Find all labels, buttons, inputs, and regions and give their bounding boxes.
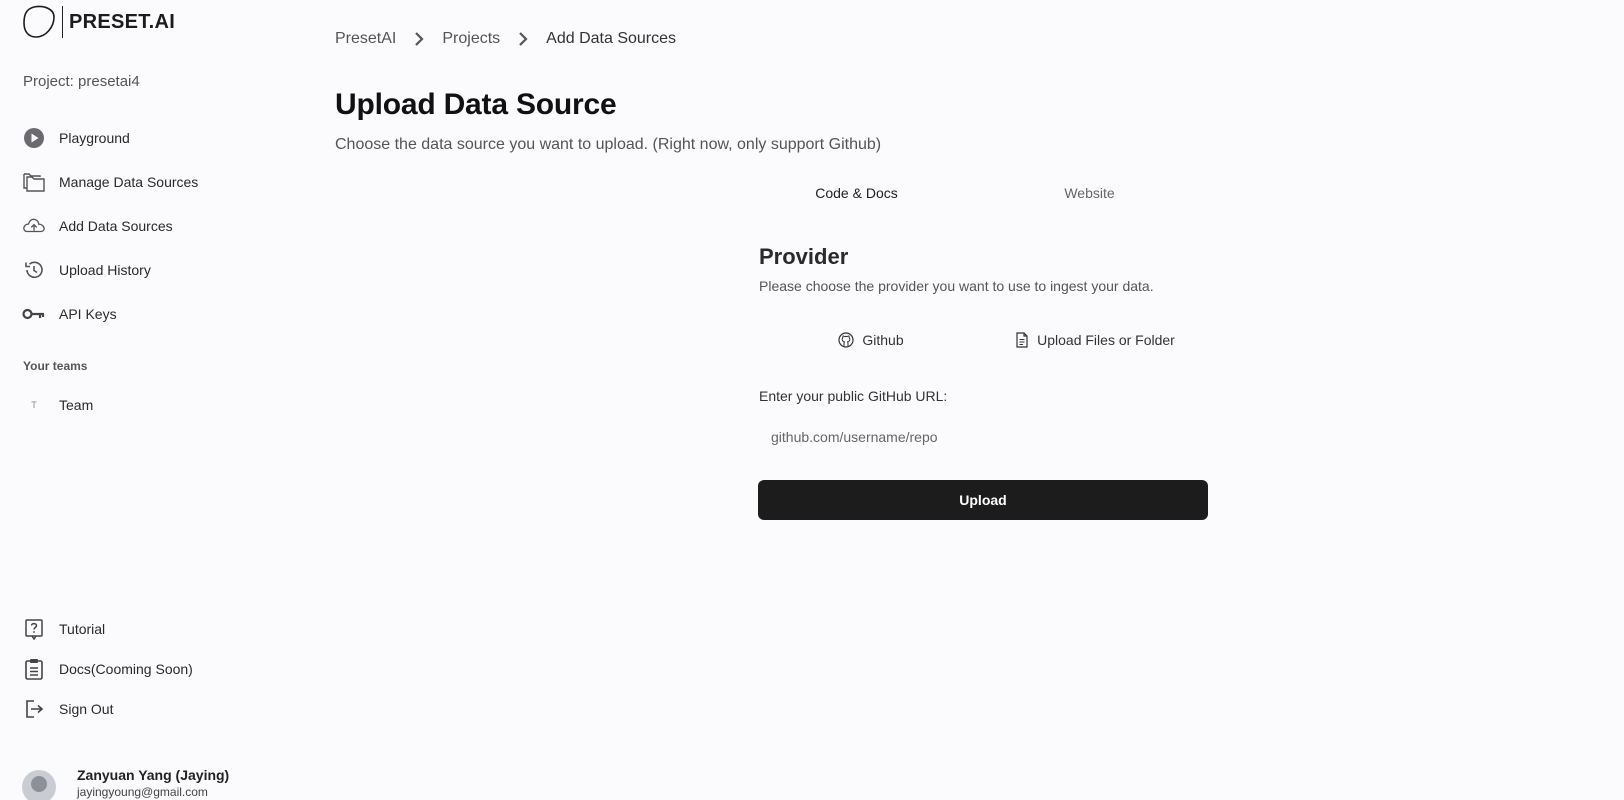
github-icon [838,332,854,348]
provider-title: Provider [759,244,849,269]
key-icon [22,302,46,326]
tab-website[interactable]: Website [973,180,1206,206]
sidebar-item-label: Add Data Sources [59,218,173,234]
source-type-tabs: Code & Docs Website [740,180,1206,206]
app: PRESET.AI Project: presetai4 Playground … [0,0,1624,800]
logo-divider [62,6,63,38]
github-url-input[interactable] [759,421,1207,453]
sign-out-icon [22,697,46,721]
breadcrumb-add-data-sources: Add Data Sources [546,30,677,47]
sidebar: PRESET.AI Project: presetai4 Playground … [0,0,290,800]
avatar [22,770,56,800]
sidebar-item-playground[interactable]: Playground [22,116,198,160]
cloud-upload-icon [22,214,46,238]
page-title: Upload Data Source [335,88,617,121]
github-url-label: Enter your public GitHub URL: [759,388,948,404]
sidebar-item-sign-out[interactable]: Sign Out [22,689,193,729]
sidebar-item-label: Sign Out [59,701,114,717]
user-email: jayingyoung@gmail.com [77,785,208,799]
user-name: Zanyuan Yang (Jaying) [77,767,230,783]
clipboard-icon [22,657,46,681]
upload-button[interactable]: Upload [758,480,1208,520]
sidebar-nav: Playground Manage Data Sources Add Data … [22,116,198,336]
user-info: Zanyuan Yang (Jaying) jayingyoung@gmail.… [77,767,229,799]
provider-upload-files[interactable]: Upload Files or Folder [983,327,1207,353]
team-item[interactable]: T Team [22,393,93,417]
sidebar-item-tutorial[interactable]: Tutorial [22,609,193,649]
folders-icon [22,170,46,194]
sidebar-item-label: Tutorial [59,621,106,637]
team-initial: T [31,400,37,410]
history-icon [22,258,46,282]
tab-code-docs[interactable]: Code & Docs [740,180,973,206]
sidebar-item-label: Manage Data Sources [59,174,199,190]
breadcrumb: PresetAI Projects Add Data Sources [335,30,676,48]
provider-label: Upload Files or Folder [1037,332,1175,348]
breadcrumb-presetai[interactable]: PresetAI [335,30,396,48]
sidebar-item-upload-history[interactable]: Upload History [22,248,198,292]
sidebar-item-label: API Keys [59,306,117,322]
user-profile[interactable]: Zanyuan Yang (Jaying) jayingyoung@gmail.… [22,767,229,800]
team-label: Team [59,397,94,413]
sidebar-item-label: Docs(Cooming Soon) [59,661,193,677]
help-icon [22,617,46,641]
teams-heading: Your teams [23,359,88,373]
sidebar-item-api-keys[interactable]: API Keys [22,292,198,336]
provider-label: Github [862,332,904,348]
file-icon [1015,332,1029,348]
provider-github[interactable]: Github [759,327,983,353]
brand-logo[interactable]: PRESET.AI [22,5,175,39]
sidebar-item-label: Playground [59,130,130,146]
chevron-right-icon [414,31,424,47]
sidebar-item-label: Upload History [59,262,151,278]
logo-blob-icon [23,5,55,38]
brand-name: PRESET.AI [69,10,176,33]
sidebar-item-docs[interactable]: Docs(Cooming Soon) [22,649,193,689]
page-subtitle: Choose the data source you want to uploa… [335,136,882,153]
sidebar-bottom-nav: Tutorial Docs(Cooming Soon) Sign Out [22,609,193,729]
sidebar-item-manage-data-sources[interactable]: Manage Data Sources [22,160,198,204]
provider-options: Github Upload Files or Folder [759,327,1207,353]
project-label: Project: presetai4 [23,73,140,90]
play-circle-icon [22,126,46,150]
provider-description: Please choose the provider you want to u… [759,278,1154,294]
sidebar-item-add-data-sources[interactable]: Add Data Sources [22,204,198,248]
chevron-right-icon [518,31,528,47]
breadcrumb-projects[interactable]: Projects [442,30,500,48]
